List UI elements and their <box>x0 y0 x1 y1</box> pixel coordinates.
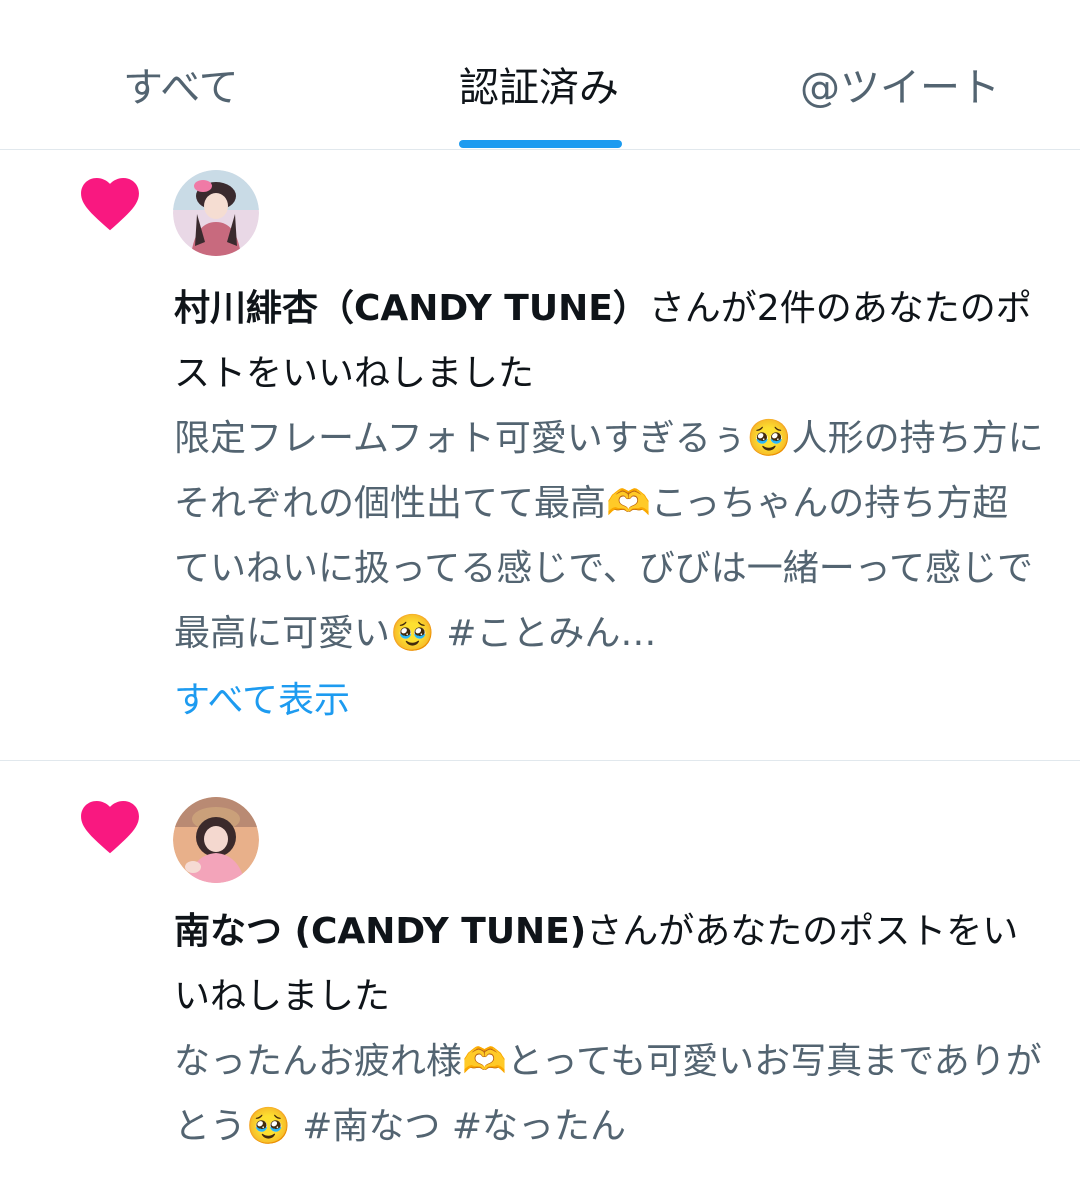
notification-item[interactable]: 村川緋杏（CANDY TUNE）さんが2件のあなたのポストをいいねしました 限定… <box>0 150 1080 761</box>
notification-tabs: すべて 認証済み @ツイート <box>0 0 1080 150</box>
user-name[interactable]: 南なつ (CANDY TUNE) <box>174 911 586 952</box>
show-all-link[interactable]: すべて表示 <box>174 668 1044 733</box>
heart-icon <box>81 801 139 854</box>
avatar[interactable] <box>173 170 259 256</box>
tab-all[interactable]: すべて <box>123 62 239 114</box>
notification-text: 村川緋杏（CANDY TUNE）さんが2件のあなたのポストをいいねしました 限定… <box>174 276 1044 733</box>
tab-mentions[interactable]: @ツイート <box>800 62 1000 114</box>
active-tab-indicator <box>459 140 622 148</box>
user-name[interactable]: 村川緋杏（CANDY TUNE） <box>174 288 649 329</box>
notification-item[interactable]: 南なつ (CANDY TUNE)さんがあなたのポストをいいねしました なったんお… <box>0 761 1080 1184</box>
heart-icon <box>81 178 139 231</box>
notification-headline: 南なつ (CANDY TUNE)さんがあなたのポストをいいねしました <box>174 899 1044 1029</box>
avatar[interactable] <box>173 797 259 883</box>
notification-headline: 村川緋杏（CANDY TUNE）さんが2件のあなたのポストをいいねしました <box>174 276 1044 406</box>
post-snippet: 限定フレームフォト可愛いすぎるぅ🥹人形の持ち方にそれぞれの個性出てて最高🫶こっち… <box>174 418 1044 654</box>
post-snippet: なったんお疲れ様🫶とっても可愛いお写真までありがとう🥹 #南なつ #なったん <box>174 1041 1042 1147</box>
notification-text: 南なつ (CANDY TUNE)さんがあなたのポストをいいねしました なったんお… <box>174 899 1044 1159</box>
tab-verified[interactable]: 認証済み <box>459 62 619 114</box>
